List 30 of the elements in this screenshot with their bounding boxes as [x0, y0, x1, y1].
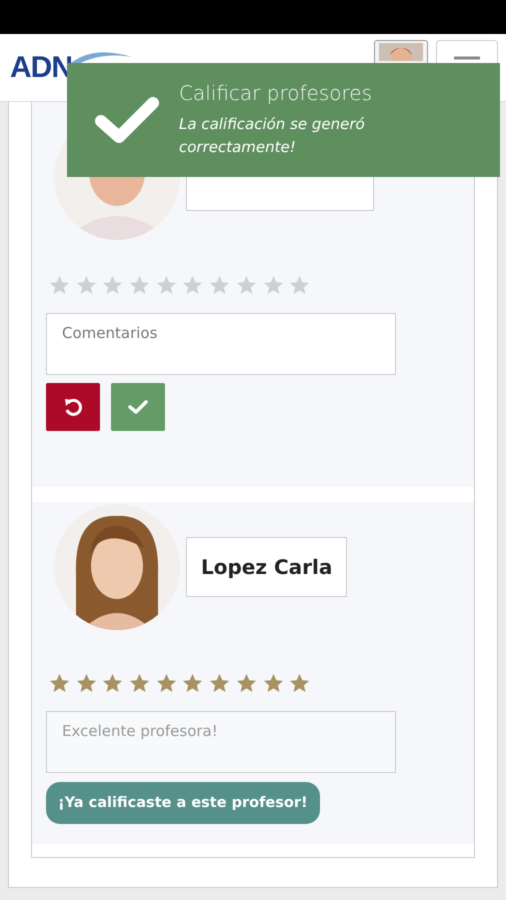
teacher-name: Lopez Carla	[201, 555, 332, 579]
submit-button[interactable]	[111, 383, 165, 431]
star-icon[interactable]	[234, 274, 258, 297]
star-icon[interactable]	[48, 274, 71, 297]
star-icon[interactable]	[74, 274, 98, 297]
star-icon[interactable]	[128, 672, 152, 695]
reset-button[interactable]	[46, 383, 100, 431]
star-icon[interactable]	[74, 672, 98, 695]
star-icon[interactable]	[262, 274, 284, 297]
star-icon[interactable]	[208, 274, 232, 297]
toast-title: Calificar profesores	[179, 80, 373, 105]
star-icon[interactable]	[101, 672, 124, 695]
star-icon[interactable]	[234, 672, 258, 695]
undo-icon	[63, 397, 83, 417]
star-icon[interactable]	[154, 672, 178, 695]
check-icon	[95, 95, 159, 145]
toast-message: La calificación se generó correctamente!	[179, 114, 366, 158]
comment-field[interactable]: Comentarios	[46, 313, 396, 375]
star-icon[interactable]	[262, 672, 284, 695]
check-icon	[128, 399, 148, 415]
star-icon[interactable]	[154, 274, 178, 297]
star-icon[interactable]	[48, 672, 71, 695]
star-icon[interactable]	[181, 274, 204, 297]
star-icon[interactable]	[181, 672, 204, 695]
star-icon[interactable]	[288, 672, 312, 695]
star-icon[interactable]	[288, 274, 312, 297]
star-icon[interactable]	[208, 672, 232, 695]
rated-notice: ¡Ya calificaste a este profesor!	[46, 782, 320, 824]
star-icon[interactable]	[128, 274, 152, 297]
star-icon[interactable]	[101, 274, 124, 297]
